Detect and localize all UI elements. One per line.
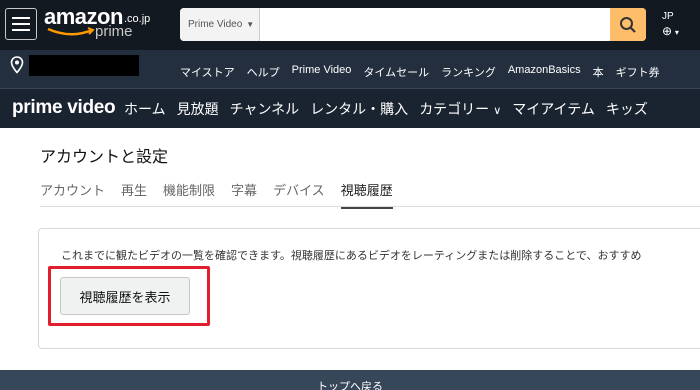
settings-content: アカウントと設定 アカウント 再生 機能制限 字幕 デバイス 視聴履歴 これまで… xyxy=(0,128,700,370)
pv-nav-kids[interactable]: キッズ xyxy=(606,99,648,119)
back-to-top-link[interactable]: トップへ戻る xyxy=(0,378,700,390)
nav-link-help[interactable]: ヘルプ xyxy=(247,64,280,80)
nav-link-my-store[interactable]: マイストア xyxy=(180,64,235,80)
search-icon xyxy=(620,16,636,33)
prime-video-logo[interactable]: prime video xyxy=(12,97,116,119)
tabs-divider xyxy=(40,206,700,207)
delivery-address-redacted[interactable] xyxy=(29,55,139,76)
sub-header: マイストア ヘルプ Prime Video タイムセール ランキング Amazo… xyxy=(0,50,700,88)
smile-arrow-icon xyxy=(47,27,95,36)
chevron-down-icon: ∨ xyxy=(493,104,502,117)
amazon-prime-logo[interactable]: amazon .co.jp prime xyxy=(44,4,154,46)
pv-nav-categories-label: カテゴリー xyxy=(419,102,490,118)
pv-nav-channels[interactable]: チャンネル xyxy=(230,99,300,119)
chevron-down-icon: ▾ xyxy=(674,28,679,37)
pv-nav-home[interactable]: ホーム xyxy=(124,99,166,119)
prime-video-menu: ホーム 見放題 チャンネル レンタル・購入 カテゴリー ∨ マイアイテム キッズ xyxy=(124,99,648,119)
tab-account[interactable]: アカウント xyxy=(40,180,105,209)
footer: トップへ戻る xyxy=(0,370,700,390)
logo-sub: prime xyxy=(95,23,133,40)
pv-nav-categories[interactable]: カテゴリー ∨ xyxy=(419,99,501,119)
nav-link-amazonbasics[interactable]: AmazonBasics xyxy=(508,64,581,80)
page-title: アカウントと設定 xyxy=(40,147,169,166)
nav-link-ranking[interactable]: ランキング xyxy=(441,64,496,80)
watch-history-description: これまでに観たビデオの一覧を確認できます。視聴履歴にあるビデオをレーティングまた… xyxy=(61,249,642,262)
language-code: JP xyxy=(662,11,674,22)
top-header: amazon .co.jp prime Prime Video ▼ JP ⊕ ▾ xyxy=(0,0,700,50)
nav-link-time-sale[interactable]: タイムセール xyxy=(363,64,429,80)
search-scope-label: Prime Video xyxy=(188,19,243,30)
pv-nav-rent-buy[interactable]: レンタル・購入 xyxy=(310,99,408,119)
tab-watch-history[interactable]: 視聴履歴 xyxy=(340,180,393,209)
tab-playback[interactable]: 再生 xyxy=(121,180,147,209)
globe-icon: ⊕ xyxy=(662,24,673,38)
nav-link-gift-cards[interactable]: ギフト券 xyxy=(616,64,660,80)
search-bar: Prime Video ▼ xyxy=(180,8,646,41)
main-nav-links: マイストア ヘルプ Prime Video タイムセール ランキング Amazo… xyxy=(180,64,660,80)
location-pin-icon xyxy=(10,56,24,74)
settings-tabs: アカウント 再生 機能制限 字幕 デバイス 視聴履歴 xyxy=(40,180,393,209)
hamburger-menu-icon[interactable] xyxy=(5,8,37,40)
tab-devices[interactable]: デバイス xyxy=(273,180,325,209)
caret-down-icon: ▼ xyxy=(246,20,255,29)
search-input[interactable] xyxy=(260,8,610,41)
search-scope-dropdown[interactable]: Prime Video ▼ xyxy=(180,8,260,41)
tab-subtitles[interactable]: 字幕 xyxy=(231,180,257,209)
pv-nav-included[interactable]: 見放題 xyxy=(177,99,219,119)
search-button[interactable] xyxy=(610,8,646,41)
nav-link-books[interactable]: 本 xyxy=(593,64,604,80)
nav-link-prime-video[interactable]: Prime Video xyxy=(292,64,352,80)
language-selector[interactable]: JP ⊕ ▾ xyxy=(662,10,679,40)
pv-nav-my-items[interactable]: マイアイテム xyxy=(512,99,595,119)
tab-parental-controls[interactable]: 機能制限 xyxy=(163,180,215,209)
prime-video-nav: prime video ホーム 見放題 チャンネル レンタル・購入 カテゴリー ∨… xyxy=(0,88,700,128)
highlight-box xyxy=(48,266,210,326)
